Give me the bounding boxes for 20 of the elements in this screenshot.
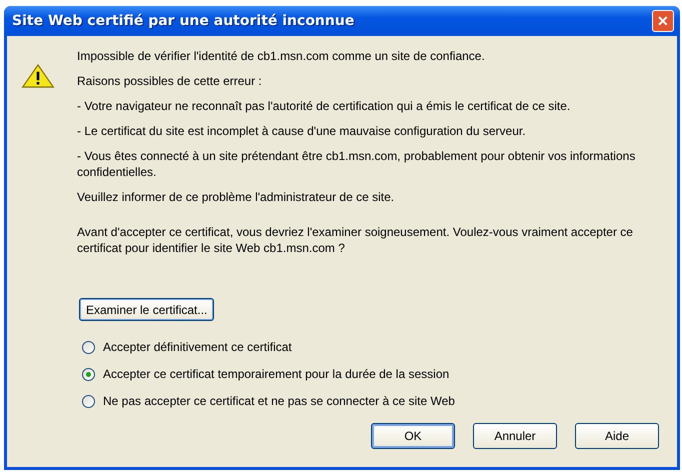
radio-button[interactable]: [82, 368, 95, 380]
radio-label[interactable]: Ne pas accepter ce certificat et ne pas se connecter à ce site Web: [103, 393, 455, 409]
dialog-button[interactable]: Aide: [575, 423, 659, 449]
radio-label[interactable]: Accepter définitivement ce certificat: [103, 339, 292, 355]
advice-text: Avant d'accepter ce certificat, vous devriez l'examiner soigneusement. Voulez-vous vraiment accepter ce certificat pour identifier le site Web cb1.msn.com ?: [77, 224, 634, 256]
message-text: Impossible de vérifier l'identité de cb1.msn.com comme un site de confiance.: [77, 48, 486, 64]
close-button[interactable]: ✕: [652, 10, 674, 32]
radio-button[interactable]: [82, 340, 95, 354]
examine-certificate-button[interactable]: Examiner le certificat...: [79, 298, 214, 321]
inform-text: Veuillez informer de ce problème l'administrateur de ce site.: [77, 189, 396, 205]
dialog-button[interactable]: OK: [371, 423, 455, 449]
reasons-heading: Raisons possibles de cette erreur :: [77, 73, 263, 89]
reason-text: - Vous êtes connecté à un site prétendant être cb1.msn.com, probablement pour obtenir vos informations confidentielles.: [77, 148, 636, 180]
window-title: Site Web certifié par une autorité inconnue: [12, 13, 354, 29]
reason-text: - Votre navigateur ne reconnaît pas l'autorité de certification qui a émis le certificat de ce site.: [77, 98, 572, 114]
radio-button[interactable]: [82, 394, 95, 408]
radio-label[interactable]: Accepter ce certificat temporairement pour la durée de la session: [103, 366, 450, 382]
reason-text: - Le certificat du site est incomplet à cause d'une mauvaise configuration du serveur.: [77, 123, 527, 139]
warning-icon: [21, 63, 55, 89]
dialog-button[interactable]: Annuler: [473, 423, 557, 449]
